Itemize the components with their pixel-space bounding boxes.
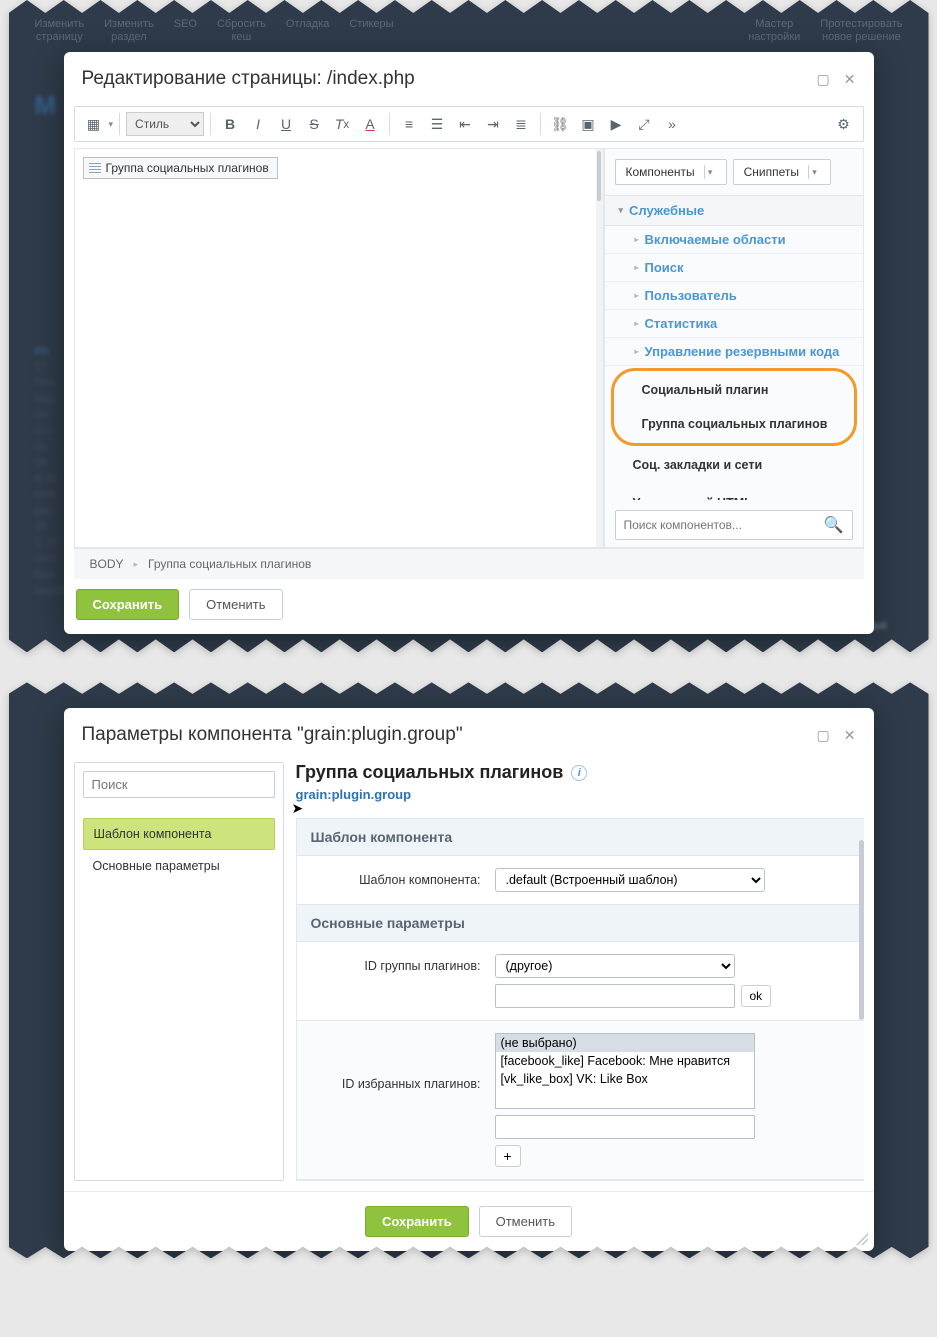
ul-icon[interactable]: ☰ bbox=[424, 111, 450, 137]
section-main-header: Основные параметры bbox=[297, 905, 864, 942]
list-option[interactable]: (не выбрано) bbox=[496, 1034, 754, 1052]
component-html-editor[interactable]: Упрощенный HTML-редактор bbox=[605, 482, 863, 500]
image-icon[interactable]: ▣ bbox=[575, 111, 601, 137]
group-id-input[interactable] bbox=[495, 984, 735, 1008]
link-icon[interactable]: ⛓ bbox=[547, 111, 573, 137]
accordion-item[interactable]: ▸Поиск bbox=[605, 254, 863, 282]
template-label: Шаблон компонента: bbox=[311, 868, 481, 887]
ok-button[interactable]: ok bbox=[741, 985, 772, 1007]
chevron-down-icon[interactable]: ▾ bbox=[808, 165, 820, 179]
chevron-right-icon: ▸ bbox=[635, 319, 639, 328]
close-icon[interactable]: ✕ bbox=[844, 727, 856, 744]
component-social-plugin[interactable]: Социальный плагин bbox=[614, 373, 854, 407]
tab-snippets[interactable]: Сниппеты▾ bbox=[733, 159, 831, 185]
editor-dialog-title: Редактирование страницы: /index.php bbox=[82, 68, 817, 90]
underline-icon[interactable]: U bbox=[273, 111, 299, 137]
editor-sidebar: Компоненты▾ Сниппеты▾ ▾Служебные ▸Включа… bbox=[604, 148, 864, 548]
breadcrumb-item[interactable]: Группа социальных плагинов bbox=[148, 557, 311, 571]
component-social-plugin-group[interactable]: Группа социальных плагинов bbox=[614, 407, 854, 441]
editor-toolbar: ▦ ▾ Стиль B I U S Tx A ≡ ☰ ⇤ ⇥ ≣ ⛓ ▣ ▶ ⤢… bbox=[74, 106, 864, 142]
cursor-icon: ➤ bbox=[292, 800, 304, 817]
group-id-label: ID группы плагинов: bbox=[311, 954, 481, 973]
component-heading: Группа социальных плагинов i bbox=[296, 762, 864, 783]
accordion-item[interactable]: ▸Пользователь bbox=[605, 282, 863, 310]
more-icon[interactable]: » bbox=[659, 111, 685, 137]
save-button[interactable]: Сохранить bbox=[365, 1206, 469, 1237]
nav-main-params[interactable]: Основные параметры bbox=[83, 851, 275, 881]
chevron-right-icon: ▸ bbox=[134, 559, 139, 570]
component-search[interactable]: 🔍 bbox=[615, 510, 853, 540]
add-button[interactable]: + bbox=[495, 1145, 521, 1167]
nav-template[interactable]: Шаблон компонента bbox=[83, 818, 275, 850]
maximize-icon[interactable]: ▢ bbox=[817, 727, 830, 744]
bold-icon[interactable]: B bbox=[217, 111, 243, 137]
align-icon[interactable]: ≣ bbox=[508, 111, 534, 137]
component-search-input[interactable] bbox=[624, 518, 824, 532]
breadcrumb: BODY ▸ Группа социальных плагинов bbox=[74, 548, 864, 579]
chevron-down-icon: ▾ bbox=[619, 205, 624, 216]
chevron-right-icon: ▸ bbox=[635, 347, 639, 356]
cancel-button[interactable]: Отменить bbox=[189, 589, 282, 620]
resize-grip-icon[interactable] bbox=[856, 1233, 868, 1245]
tab-components[interactable]: Компоненты▾ bbox=[615, 159, 727, 185]
chevron-down-icon[interactable]: ▾ bbox=[704, 165, 716, 179]
component-social-bookmarks[interactable]: Соц. закладки и сети bbox=[605, 448, 863, 482]
background-top-toolbar: Изменитьстраницу Изменитьраздел SEO Сбро… bbox=[21, 12, 917, 50]
indent-icon[interactable]: ⇥ bbox=[480, 111, 506, 137]
params-dialog: Параметры компонента "grain:plugin.group… bbox=[64, 708, 874, 1251]
chevron-right-icon: ▸ bbox=[635, 235, 639, 244]
params-dialog-title: Параметры компонента "grain:plugin.group… bbox=[82, 724, 817, 746]
close-icon[interactable]: ✕ bbox=[844, 71, 856, 88]
accordion-item[interactable]: ▸Управление резервными кода bbox=[605, 338, 863, 366]
template-icon[interactable]: ▦ bbox=[81, 111, 107, 137]
background-top-toolbar bbox=[21, 694, 917, 706]
cancel-button[interactable]: Отменить bbox=[479, 1206, 572, 1237]
clear-format-icon[interactable]: Tx bbox=[329, 111, 355, 137]
selected-plugins-list[interactable]: (не выбрано) [facebook_like] Facebook: М… bbox=[495, 1033, 755, 1109]
params-search-input[interactable] bbox=[83, 771, 275, 798]
highlight-ring: Социальный плагин Группа социальных плаг… bbox=[611, 368, 857, 446]
params-sidebar: Шаблон компонента Основные параметры bbox=[74, 762, 284, 1181]
chevron-right-icon: ▸ bbox=[635, 263, 639, 272]
selected-plugins-label: ID избранных плагинов: bbox=[311, 1033, 481, 1091]
save-button[interactable]: Сохранить bbox=[76, 589, 180, 620]
component-chip[interactable]: Группа социальных плагинов bbox=[83, 157, 278, 179]
style-select[interactable]: Стиль bbox=[126, 112, 204, 136]
list-option[interactable]: [vk_like_box] VK: Like Box bbox=[496, 1070, 754, 1088]
outdent-icon[interactable]: ⇤ bbox=[452, 111, 478, 137]
maximize-icon[interactable]: ▢ bbox=[817, 71, 830, 88]
template-select[interactable]: .default (Встроенный шаблон) bbox=[495, 868, 765, 892]
font-color-icon[interactable]: A bbox=[357, 111, 383, 137]
params-main: Группа социальных плагинов i grain:plugi… bbox=[296, 762, 864, 1181]
component-id: grain:plugin.group bbox=[296, 787, 864, 802]
accordion-item[interactable]: ▸Статистика bbox=[605, 310, 863, 338]
strike-icon[interactable]: S bbox=[301, 111, 327, 137]
canvas-scrollbar[interactable] bbox=[596, 148, 604, 548]
editor-canvas[interactable]: Группа социальных плагинов bbox=[74, 148, 596, 548]
ol-icon[interactable]: ≡ bbox=[396, 111, 422, 137]
selected-plugins-input[interactable] bbox=[495, 1115, 755, 1139]
accordion-header-service[interactable]: ▾Служебные bbox=[605, 196, 863, 226]
group-id-select[interactable]: (другое) bbox=[495, 954, 735, 978]
italic-icon[interactable]: I bbox=[245, 111, 271, 137]
list-option[interactable]: [facebook_like] Facebook: Мне нравится bbox=[496, 1052, 754, 1070]
video-icon[interactable]: ▶ bbox=[603, 111, 629, 137]
gear-icon[interactable]: ⚙ bbox=[831, 111, 857, 137]
search-icon: 🔍 bbox=[824, 515, 844, 535]
params-scrollbar[interactable] bbox=[859, 840, 866, 1181]
info-icon[interactable]: i bbox=[571, 765, 587, 781]
section-template-header: Шаблон компонента bbox=[297, 819, 864, 856]
accordion-item[interactable]: ▸Включаемые области bbox=[605, 226, 863, 254]
chevron-right-icon: ▸ bbox=[635, 291, 639, 300]
fullscreen-icon[interactable]: ⤢ bbox=[631, 111, 657, 137]
editor-dialog: Редактирование страницы: /index.php ▢ ✕ … bbox=[64, 52, 874, 634]
breadcrumb-root[interactable]: BODY bbox=[90, 557, 124, 571]
